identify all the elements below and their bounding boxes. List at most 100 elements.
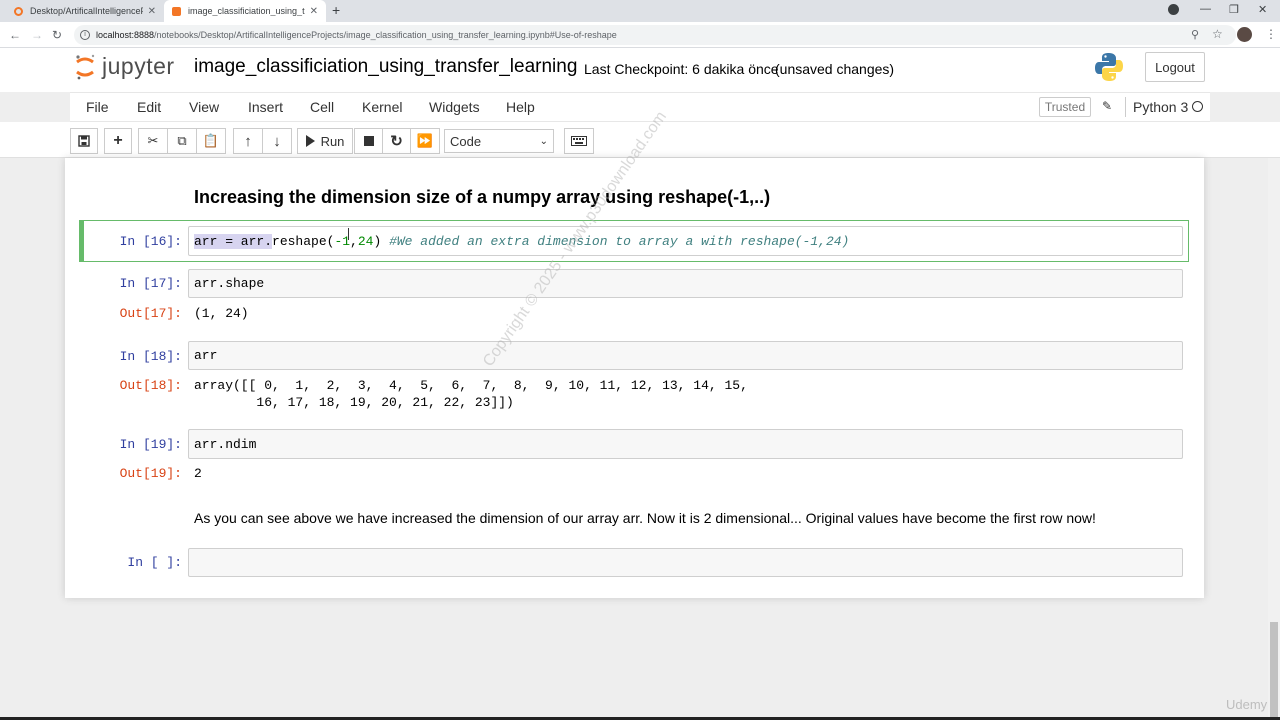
kernel-idle-indicator-icon (1192, 101, 1203, 112)
edit-mode-pencil-icon: ✎ (1102, 99, 1113, 113)
notebook-name[interactable]: image_classificiation_using_transfer_lea… (194, 56, 577, 78)
last-checkpoint: Last Checkpoint: 6 dakika önce (584, 61, 779, 77)
new-tab-icon[interactable]: + (332, 2, 340, 18)
markdown-text[interactable]: As you can see above we have increased t… (194, 510, 1096, 526)
command-palette-button[interactable] (564, 128, 594, 154)
jupyter-logo-text[interactable]: jupyter (102, 53, 175, 80)
input-prompt: In [19]: (119, 437, 182, 452)
info-icon[interactable]: i (80, 30, 90, 40)
browser-menu-icon[interactable]: ⋮ (1265, 27, 1277, 41)
profile-avatar[interactable] (1237, 27, 1252, 42)
save-button[interactable] (70, 128, 98, 154)
browser-tab-title: image_classificiation_using_transf (188, 6, 305, 16)
paste-button[interactable]: 📋 (196, 128, 226, 154)
play-icon (305, 135, 315, 147)
output-prompt: Out[18]: (119, 378, 182, 393)
paste-icon: 📋 (202, 133, 220, 148)
code-cell-input[interactable]: arr.shape (188, 269, 1183, 298)
scrollbar-thumb[interactable] (1270, 622, 1278, 718)
trusted-indicator[interactable]: Trusted (1039, 97, 1091, 117)
kernel-name[interactable]: Python 3 (1133, 99, 1188, 115)
code-cell-input[interactable]: arr.ndim (188, 429, 1183, 459)
insert-cell-button[interactable]: + (104, 128, 132, 154)
interrupt-button[interactable] (354, 128, 383, 154)
input-prompt: In [16]: (119, 234, 182, 249)
code-text: , (350, 233, 358, 249)
plus-icon: + (113, 132, 123, 149)
menu-view[interactable]: View (189, 99, 219, 115)
menu-edit[interactable]: Edit (137, 99, 161, 115)
code-comment: #We added an extra dimension to array a … (389, 233, 850, 249)
menu-kernel[interactable]: Kernel (362, 99, 402, 115)
code-cell-input[interactable]: arr = arr. reshape(-1, 24) #We added an ex… (188, 226, 1183, 256)
record-icon[interactable] (1168, 4, 1179, 15)
code-text: reshape( (272, 233, 335, 249)
close-window-icon[interactable]: ✕ (1258, 3, 1267, 16)
url-field[interactable]: i localhost:8888/notebooks/Desktop/Artif… (74, 25, 1236, 45)
close-tab-icon[interactable]: ✕ (148, 6, 156, 17)
cell-output: 2 (194, 466, 202, 481)
menu-widgets[interactable]: Widgets (429, 99, 480, 115)
empty-code-cell-input[interactable] (188, 548, 1183, 577)
bookmark-star-icon[interactable]: ☆ (1212, 27, 1223, 41)
menu-help[interactable]: Help (506, 99, 535, 115)
jupyter-tab-icon (14, 6, 23, 16)
copy-button[interactable]: ⧉ (167, 128, 197, 154)
scissors-icon: ✂ (147, 133, 159, 148)
cell-type-select[interactable]: Code ⌄ (444, 129, 554, 153)
input-prompt: In [ ]: (127, 555, 182, 570)
maximize-icon[interactable]: ❐ (1229, 3, 1239, 16)
forward-icon[interactable]: → (31, 28, 43, 42)
cell-type-value: Code (450, 133, 482, 149)
browser-tab-desktop[interactable]: Desktop/ArtificalIntelligenceProj ✕ (6, 0, 164, 22)
run-label: Run (320, 133, 345, 149)
code-selection: arr = arr. (194, 233, 273, 249)
text-cursor (348, 228, 349, 240)
keyboard-icon (571, 136, 587, 146)
arrow-up-icon: ↑ (244, 132, 252, 150)
code-number: 24 (357, 233, 374, 249)
input-prompt: In [18]: (119, 349, 182, 364)
code-text: ) (373, 233, 390, 249)
minimize-icon[interactable]: — (1200, 3, 1211, 15)
browser-tab-title: Desktop/ArtificalIntelligenceProj (30, 6, 143, 16)
url-path: /notebooks/Desktop/ArtificalIntelligence… (154, 30, 617, 40)
output-prompt: Out[17]: (119, 306, 182, 321)
url-host: localhost:8888 (96, 30, 155, 40)
reload-icon[interactable]: ↻ (52, 28, 62, 42)
markdown-heading[interactable]: Increasing the dimension size of a numpy… (194, 187, 770, 208)
notebook-tab-icon (172, 6, 181, 16)
cut-button[interactable]: ✂ (138, 128, 168, 154)
kernel-separator (1125, 97, 1126, 117)
logout-button[interactable]: Logout (1145, 52, 1205, 82)
menu-cell[interactable]: Cell (310, 99, 334, 115)
run-button[interactable]: Run (297, 128, 353, 154)
udemy-watermark: Udemy (1226, 697, 1268, 712)
zoom-icon[interactable]: ⚲ (1191, 28, 1199, 41)
menu-file[interactable]: File (86, 99, 109, 115)
code-cell-input[interactable]: arr (188, 341, 1183, 370)
browser-tab-notebook[interactable]: image_classificiation_using_transf ✕ (164, 0, 326, 22)
menu-insert[interactable]: Insert (248, 99, 283, 115)
cell-output: 16, 17, 18, 19, 20, 21, 22, 23]]) (194, 395, 514, 410)
cell-output: array([[ 0, 1, 2, 3, 4, 5, 6, 7, 8, 9, 1… (194, 378, 748, 393)
jupyter-logo-icon[interactable] (74, 53, 96, 81)
copy-icon: ⧉ (177, 133, 187, 148)
unsaved-changes-indicator: (unsaved changes) (775, 61, 895, 77)
restart-icon: ↻ (390, 133, 403, 150)
output-prompt: Out[19]: (119, 466, 182, 481)
close-tab-icon[interactable]: ✕ (310, 6, 318, 17)
save-icon (78, 135, 90, 147)
chevron-down-icon: ⌄ (539, 136, 548, 147)
stop-icon (363, 136, 374, 146)
restart-run-all-button[interactable]: ⏩ (410, 128, 440, 154)
fast-forward-icon: ⏩ (416, 133, 434, 148)
arrow-down-icon: ↓ (273, 132, 281, 150)
move-down-button[interactable]: ↓ (262, 128, 292, 154)
restart-button[interactable]: ↻ (382, 128, 411, 154)
python-logo-icon (1095, 53, 1123, 81)
move-up-button[interactable]: ↑ (233, 128, 263, 154)
input-prompt: In [17]: (119, 276, 182, 291)
back-icon[interactable]: ← (9, 28, 21, 42)
cell-output: (1, 24) (194, 306, 249, 321)
